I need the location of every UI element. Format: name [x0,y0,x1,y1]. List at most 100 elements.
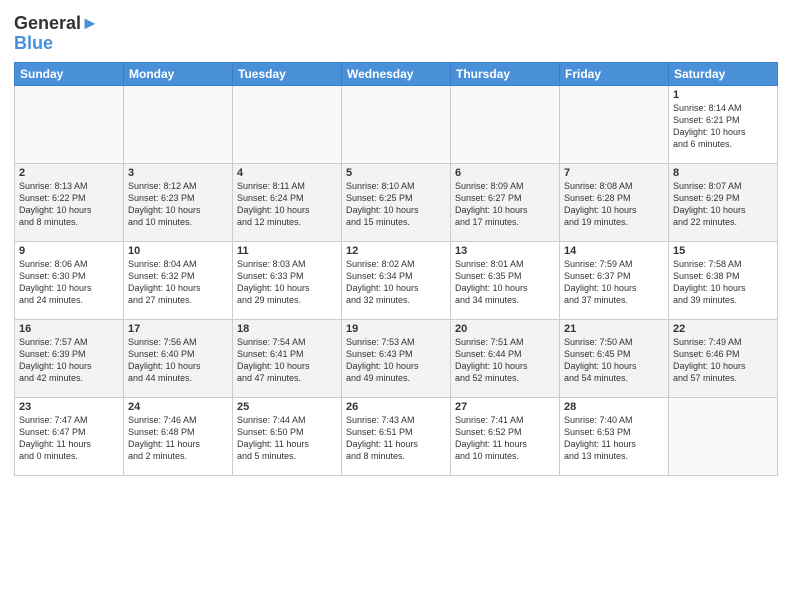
day-number: 11 [237,245,337,257]
day-info: Sunrise: 8:12 AM Sunset: 6:23 PM Dayligh… [128,180,228,229]
calendar-cell: 10Sunrise: 8:04 AM Sunset: 6:32 PM Dayli… [124,241,233,319]
calendar-container: General► Blue SundayMondayTuesdayWednesd… [0,0,792,612]
calendar-cell [342,85,451,163]
day-info: Sunrise: 8:11 AM Sunset: 6:24 PM Dayligh… [237,180,337,229]
day-info: Sunrise: 8:01 AM Sunset: 6:35 PM Dayligh… [455,258,555,307]
weekday-header-wednesday: Wednesday [342,62,451,85]
calendar-cell: 5Sunrise: 8:10 AM Sunset: 6:25 PM Daylig… [342,163,451,241]
calendar-cell: 16Sunrise: 7:57 AM Sunset: 6:39 PM Dayli… [15,319,124,397]
calendar-cell: 24Sunrise: 7:46 AM Sunset: 6:48 PM Dayli… [124,397,233,475]
day-number: 2 [19,167,119,179]
day-info: Sunrise: 8:09 AM Sunset: 6:27 PM Dayligh… [455,180,555,229]
logo-blue: Blue [14,34,99,54]
day-info: Sunrise: 8:08 AM Sunset: 6:28 PM Dayligh… [564,180,664,229]
day-info: Sunrise: 7:56 AM Sunset: 6:40 PM Dayligh… [128,336,228,385]
week-row-5: 23Sunrise: 7:47 AM Sunset: 6:47 PM Dayli… [15,397,778,475]
day-info: Sunrise: 8:13 AM Sunset: 6:22 PM Dayligh… [19,180,119,229]
day-number: 13 [455,245,555,257]
calendar-cell [124,85,233,163]
week-row-2: 2Sunrise: 8:13 AM Sunset: 6:22 PM Daylig… [15,163,778,241]
weekday-header-saturday: Saturday [669,62,778,85]
day-number: 23 [19,401,119,413]
day-info: Sunrise: 8:07 AM Sunset: 6:29 PM Dayligh… [673,180,773,229]
logo-text: General► [14,14,99,34]
day-number: 18 [237,323,337,335]
day-info: Sunrise: 7:59 AM Sunset: 6:37 PM Dayligh… [564,258,664,307]
day-info: Sunrise: 7:49 AM Sunset: 6:46 PM Dayligh… [673,336,773,385]
day-number: 25 [237,401,337,413]
day-info: Sunrise: 7:47 AM Sunset: 6:47 PM Dayligh… [19,414,119,463]
calendar-cell: 7Sunrise: 8:08 AM Sunset: 6:28 PM Daylig… [560,163,669,241]
day-number: 15 [673,245,773,257]
calendar-cell [560,85,669,163]
day-number: 14 [564,245,664,257]
day-number: 6 [455,167,555,179]
calendar-cell: 4Sunrise: 8:11 AM Sunset: 6:24 PM Daylig… [233,163,342,241]
day-number: 10 [128,245,228,257]
day-number: 22 [673,323,773,335]
day-number: 19 [346,323,446,335]
day-number: 3 [128,167,228,179]
calendar-cell: 14Sunrise: 7:59 AM Sunset: 6:37 PM Dayli… [560,241,669,319]
weekday-header-friday: Friday [560,62,669,85]
calendar-cell [233,85,342,163]
calendar-cell: 17Sunrise: 7:56 AM Sunset: 6:40 PM Dayli… [124,319,233,397]
calendar-cell: 9Sunrise: 8:06 AM Sunset: 6:30 PM Daylig… [15,241,124,319]
day-number: 24 [128,401,228,413]
day-number: 5 [346,167,446,179]
calendar-cell: 15Sunrise: 7:58 AM Sunset: 6:38 PM Dayli… [669,241,778,319]
day-number: 7 [564,167,664,179]
day-info: Sunrise: 8:10 AM Sunset: 6:25 PM Dayligh… [346,180,446,229]
weekday-header-sunday: Sunday [15,62,124,85]
day-info: Sunrise: 8:04 AM Sunset: 6:32 PM Dayligh… [128,258,228,307]
day-number: 21 [564,323,664,335]
week-row-4: 16Sunrise: 7:57 AM Sunset: 6:39 PM Dayli… [15,319,778,397]
day-info: Sunrise: 7:41 AM Sunset: 6:52 PM Dayligh… [455,414,555,463]
week-row-3: 9Sunrise: 8:06 AM Sunset: 6:30 PM Daylig… [15,241,778,319]
day-info: Sunrise: 7:53 AM Sunset: 6:43 PM Dayligh… [346,336,446,385]
day-number: 4 [237,167,337,179]
day-info: Sunrise: 8:06 AM Sunset: 6:30 PM Dayligh… [19,258,119,307]
calendar-cell [451,85,560,163]
weekday-header-tuesday: Tuesday [233,62,342,85]
day-info: Sunrise: 8:02 AM Sunset: 6:34 PM Dayligh… [346,258,446,307]
calendar-cell: 28Sunrise: 7:40 AM Sunset: 6:53 PM Dayli… [560,397,669,475]
calendar-cell: 1Sunrise: 8:14 AM Sunset: 6:21 PM Daylig… [669,85,778,163]
weekday-header-monday: Monday [124,62,233,85]
weekday-header-thursday: Thursday [451,62,560,85]
header: General► Blue [14,10,778,54]
day-number: 12 [346,245,446,257]
day-info: Sunrise: 8:03 AM Sunset: 6:33 PM Dayligh… [237,258,337,307]
day-info: Sunrise: 7:40 AM Sunset: 6:53 PM Dayligh… [564,414,664,463]
day-info: Sunrise: 8:14 AM Sunset: 6:21 PM Dayligh… [673,102,773,151]
calendar-cell: 12Sunrise: 8:02 AM Sunset: 6:34 PM Dayli… [342,241,451,319]
calendar-cell: 18Sunrise: 7:54 AM Sunset: 6:41 PM Dayli… [233,319,342,397]
day-info: Sunrise: 7:44 AM Sunset: 6:50 PM Dayligh… [237,414,337,463]
calendar-table: SundayMondayTuesdayWednesdayThursdayFrid… [14,62,778,476]
day-info: Sunrise: 7:43 AM Sunset: 6:51 PM Dayligh… [346,414,446,463]
weekday-header-row: SundayMondayTuesdayWednesdayThursdayFrid… [15,62,778,85]
day-number: 1 [673,89,773,101]
day-number: 17 [128,323,228,335]
day-number: 26 [346,401,446,413]
logo: General► Blue [14,14,99,54]
calendar-cell: 23Sunrise: 7:47 AM Sunset: 6:47 PM Dayli… [15,397,124,475]
calendar-cell: 20Sunrise: 7:51 AM Sunset: 6:44 PM Dayli… [451,319,560,397]
day-info: Sunrise: 7:46 AM Sunset: 6:48 PM Dayligh… [128,414,228,463]
calendar-cell: 11Sunrise: 8:03 AM Sunset: 6:33 PM Dayli… [233,241,342,319]
day-number: 16 [19,323,119,335]
calendar-cell: 25Sunrise: 7:44 AM Sunset: 6:50 PM Dayli… [233,397,342,475]
day-number: 20 [455,323,555,335]
calendar-cell [669,397,778,475]
calendar-cell: 8Sunrise: 8:07 AM Sunset: 6:29 PM Daylig… [669,163,778,241]
calendar-cell: 3Sunrise: 8:12 AM Sunset: 6:23 PM Daylig… [124,163,233,241]
day-number: 9 [19,245,119,257]
calendar-cell: 26Sunrise: 7:43 AM Sunset: 6:51 PM Dayli… [342,397,451,475]
day-info: Sunrise: 7:57 AM Sunset: 6:39 PM Dayligh… [19,336,119,385]
calendar-cell: 6Sunrise: 8:09 AM Sunset: 6:27 PM Daylig… [451,163,560,241]
day-number: 8 [673,167,773,179]
day-info: Sunrise: 7:58 AM Sunset: 6:38 PM Dayligh… [673,258,773,307]
calendar-cell [15,85,124,163]
calendar-cell: 21Sunrise: 7:50 AM Sunset: 6:45 PM Dayli… [560,319,669,397]
calendar-cell: 13Sunrise: 8:01 AM Sunset: 6:35 PM Dayli… [451,241,560,319]
